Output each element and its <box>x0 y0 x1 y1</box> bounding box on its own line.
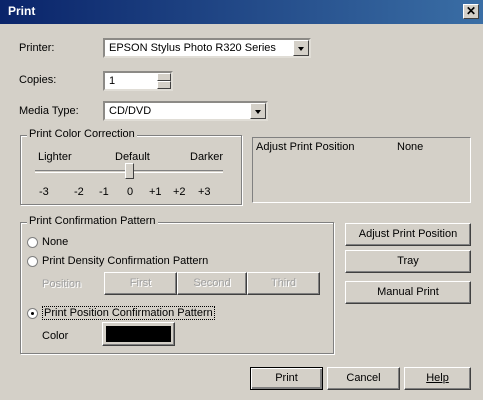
cancel-button[interactable]: Cancel <box>327 367 400 390</box>
second-button[interactable]: Second <box>177 272 247 295</box>
close-icon: ✕ <box>465 4 477 18</box>
lighter-label: Lighter <box>38 151 72 163</box>
color-label: Color <box>42 330 69 342</box>
radio-position[interactable] <box>27 308 38 319</box>
window-title: Print <box>8 4 36 18</box>
darker-label: Darker <box>190 151 224 163</box>
confirmation-pattern-title: Print Confirmation Pattern <box>27 215 158 227</box>
scale-tick: +2 <box>173 186 186 198</box>
position-info-value: None <box>397 141 424 153</box>
chevron-down-icon[interactable] <box>293 40 309 56</box>
close-button[interactable]: ✕ <box>463 4 479 19</box>
copies-value: 1 <box>109 75 116 87</box>
radio-density-label[interactable]: Print Density Confirmation Pattern <box>42 255 208 267</box>
third-button[interactable]: Third <box>247 272 320 295</box>
slider-thumb[interactable] <box>125 163 134 179</box>
title-bar[interactable]: Print ✕ <box>0 0 483 24</box>
spin-down-icon[interactable] <box>157 81 171 89</box>
media-type-select[interactable]: CD/DVD <box>103 101 268 121</box>
adjust-print-position-button[interactable]: Adjust Print Position <box>345 223 471 246</box>
scale-tick: 0 <box>127 186 134 198</box>
printer-label: Printer: <box>19 42 55 54</box>
media-type-value: CD/DVD <box>109 105 152 117</box>
radio-density[interactable] <box>27 256 38 267</box>
media-type-label: Media Type: <box>19 105 79 117</box>
color-swatch <box>106 326 171 342</box>
printer-select[interactable]: EPSON Stylus Photo R320 Series <box>103 38 311 58</box>
color-picker-button[interactable] <box>102 322 175 346</box>
color-correction-title: Print Color Correction <box>27 128 137 140</box>
scale-tick: -3 <box>39 186 49 198</box>
radio-none[interactable] <box>27 237 38 248</box>
print-dialog: Print ✕ Printer: EPSON Stylus Photo R320… <box>0 0 483 400</box>
tray-button[interactable]: Tray <box>345 250 471 273</box>
help-button[interactable]: Help <box>404 367 471 390</box>
chevron-down-icon[interactable] <box>250 103 266 119</box>
printer-value: EPSON Stylus Photo R320 Series <box>109 42 276 54</box>
default-label: Default <box>115 151 150 163</box>
spin-up-icon[interactable] <box>157 73 171 81</box>
print-button[interactable]: Print <box>250 367 323 390</box>
manual-print-button[interactable]: Manual Print <box>345 281 471 304</box>
scale-tick: -2 <box>74 186 84 198</box>
position-label: Position <box>42 278 82 290</box>
radio-none-label[interactable]: None <box>42 236 68 248</box>
copies-label: Copies: <box>19 74 57 86</box>
position-info-label: Adjust Print Position <box>256 141 355 153</box>
scale-tick: +3 <box>198 186 211 198</box>
first-button[interactable]: First <box>104 272 177 295</box>
scale-tick: +1 <box>149 186 162 198</box>
copies-stepper[interactable]: 1 <box>103 71 173 91</box>
position-info-panel: Adjust Print Position None <box>252 137 471 203</box>
scale-tick: -1 <box>99 186 109 198</box>
radio-position-label[interactable]: Print Position Confirmation Pattern <box>42 306 215 320</box>
